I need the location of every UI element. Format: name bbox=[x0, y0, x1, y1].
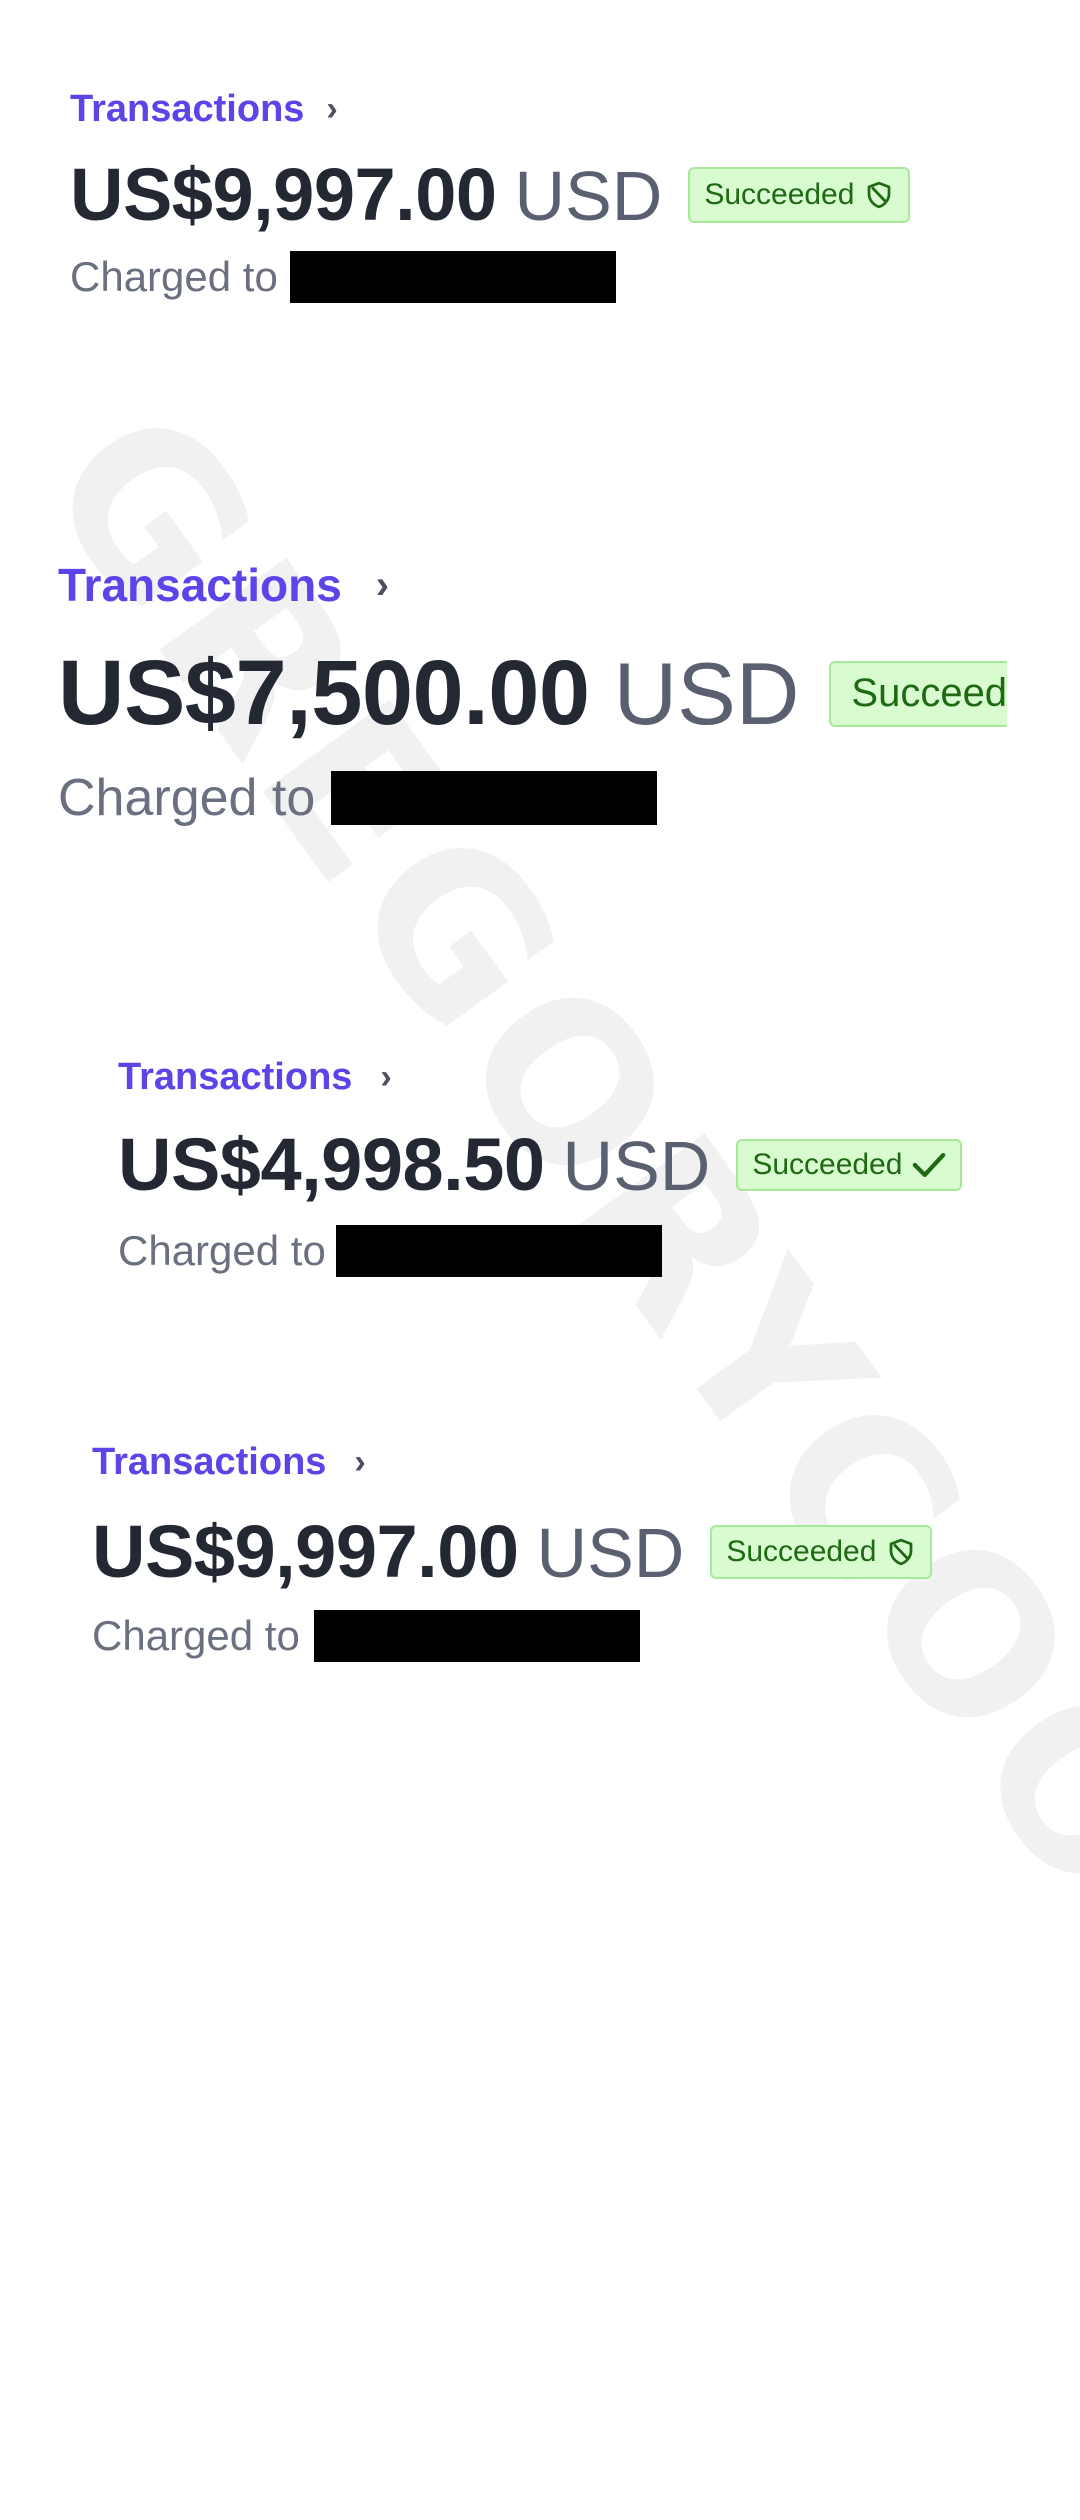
redacted-customer bbox=[331, 771, 658, 825]
amount-value: US$4,998.50 bbox=[118, 1123, 545, 1206]
amount-value: US$7,500.00 bbox=[58, 642, 590, 744]
breadcrumb-transactions-link[interactable]: Transactions bbox=[58, 558, 342, 612]
charged-to-row: Charged to bbox=[92, 1610, 932, 1662]
chevron-right-icon: › bbox=[354, 1442, 366, 1481]
redacted-customer bbox=[313, 1610, 640, 1662]
charged-to-label: Charged to bbox=[70, 253, 278, 300]
status-label: Succeed bbox=[851, 671, 1008, 715]
amount-value: US$9,997.00 bbox=[92, 1510, 519, 1593]
currency-code: USD bbox=[514, 157, 663, 235]
charged-to-label: Charged to bbox=[118, 1227, 326, 1274]
amount-row: US$9,997.00 USD Succeeded bbox=[70, 152, 911, 237]
amount-row: US$4,998.50 USD Succeeded bbox=[118, 1122, 963, 1207]
charged-to-label: Charged to bbox=[92, 1612, 300, 1659]
status-label: Succeeded bbox=[752, 1147, 903, 1181]
charged-to-row: Charged to bbox=[70, 251, 910, 303]
shield-icon bbox=[890, 1538, 913, 1565]
transaction-card: Transactions › US$9,997.00 USD Succeeded… bbox=[70, 84, 911, 303]
charged-to-label: Charged to bbox=[58, 769, 316, 827]
status-badge: Succeeded bbox=[736, 1138, 963, 1191]
status-badge: Succeeded bbox=[710, 1524, 933, 1579]
breadcrumb-transactions-link[interactable]: Transactions bbox=[92, 1441, 326, 1484]
breadcrumb: Transactions › bbox=[58, 555, 1007, 615]
amount-row: US$9,997.00 USD Succeeded bbox=[92, 1509, 933, 1594]
transaction-card: Transactions › US$7,500.00 USD Succeed C… bbox=[58, 555, 1008, 828]
transaction-card: Transactions › US$4,998.50 USD Succeeded… bbox=[118, 1052, 963, 1277]
chevron-right-icon: › bbox=[380, 1057, 392, 1096]
status-badge: Succeeded bbox=[688, 166, 911, 223]
status-badge: Succeed bbox=[829, 660, 1008, 727]
redacted-customer bbox=[335, 1225, 662, 1277]
chevron-right-icon: › bbox=[326, 89, 338, 128]
charged-to-row: Charged to bbox=[58, 768, 1007, 828]
status-label: Succeeded bbox=[704, 177, 855, 211]
status-label: Succeeded bbox=[726, 1534, 877, 1568]
currency-code: USD bbox=[613, 644, 800, 743]
breadcrumb: Transactions › bbox=[70, 84, 910, 134]
checkmark-icon bbox=[913, 1152, 946, 1177]
amount-row: US$7,500.00 USD Succeed bbox=[58, 641, 1008, 746]
breadcrumb: Transactions › bbox=[118, 1052, 962, 1102]
currency-code: USD bbox=[562, 1127, 711, 1205]
shield-icon bbox=[868, 181, 891, 208]
redacted-customer bbox=[289, 251, 616, 303]
chevron-right-icon: › bbox=[375, 562, 390, 607]
breadcrumb: Transactions › bbox=[92, 1437, 932, 1487]
amount-value: US$9,997.00 bbox=[70, 153, 497, 236]
breadcrumb-transactions-link[interactable]: Transactions bbox=[118, 1056, 352, 1099]
charged-to-row: Charged to bbox=[118, 1225, 962, 1277]
currency-code: USD bbox=[536, 1514, 685, 1592]
breadcrumb-transactions-link[interactable]: Transactions bbox=[70, 88, 304, 131]
transaction-card: Transactions › US$9,997.00 USD Succeeded… bbox=[92, 1437, 933, 1662]
